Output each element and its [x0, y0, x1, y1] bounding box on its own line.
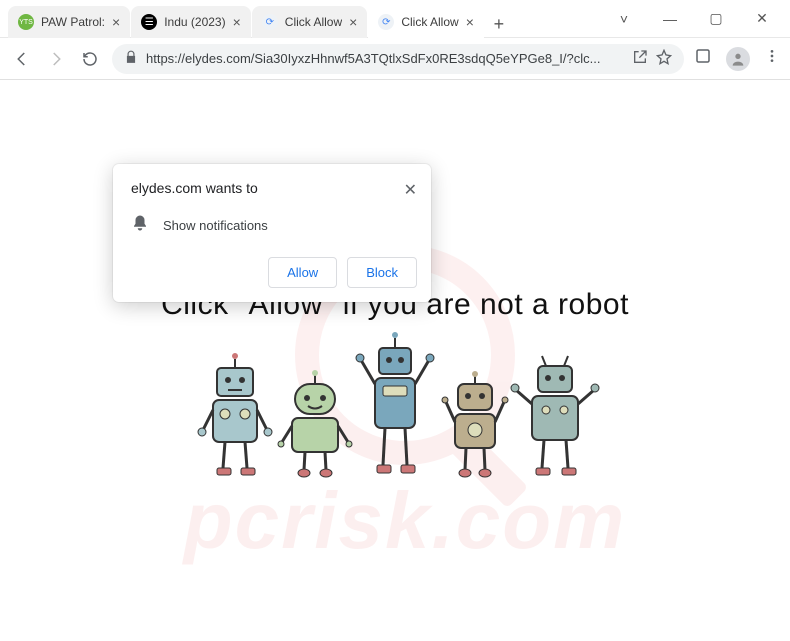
new-tab-button[interactable]: +	[485, 10, 513, 38]
back-button[interactable]	[10, 47, 34, 71]
window-maximize-button[interactable]: ▢	[696, 4, 736, 34]
notification-permission-dialog: elydes.com wants to ✕ Show notifications…	[113, 164, 431, 302]
robot-1	[201, 350, 269, 480]
tab-close-icon[interactable]: ×	[112, 14, 120, 30]
tab-strip: YTS PAW Patrol: × ☰ Indu (2023) × ⟳ Clic…	[0, 0, 513, 38]
tab-title: Indu (2023)	[164, 15, 225, 29]
arrow-right-icon	[47, 50, 65, 68]
permission-text: Show notifications	[163, 218, 268, 233]
tab-favicon: ⟳	[378, 14, 394, 30]
tab-favicon: ☰	[141, 14, 157, 30]
tab-0[interactable]: YTS PAW Patrol: ×	[8, 6, 130, 38]
arrow-left-icon	[13, 50, 31, 68]
tab-close-icon[interactable]: ×	[466, 14, 474, 30]
extensions-icon[interactable]	[694, 47, 712, 70]
window-close-button[interactable]: ✕	[742, 4, 782, 34]
dialog-close-button[interactable]: ✕	[404, 180, 417, 200]
robots-illustration	[201, 330, 589, 480]
tab-title: Click Allow	[285, 15, 342, 29]
robot-5	[521, 350, 589, 480]
tab-close-icon[interactable]: ×	[233, 14, 241, 30]
allow-button[interactable]: Allow	[268, 257, 337, 288]
forward-button[interactable]	[44, 47, 68, 71]
tab-2[interactable]: ⟳ Click Allow ×	[252, 6, 368, 38]
permission-title: elydes.com wants to	[131, 180, 258, 196]
profile-avatar[interactable]	[726, 47, 750, 71]
page-content: pcrisk.com elydes.com wants to ✕ Show no…	[0, 80, 790, 641]
url-text: https://elydes.com/Sia30IyxzHhnwf5A3TQtl…	[146, 51, 624, 66]
lock-icon	[124, 50, 138, 67]
tab-1[interactable]: ☰ Indu (2023) ×	[131, 6, 251, 38]
share-icon[interactable]	[632, 49, 648, 68]
reload-icon	[81, 50, 99, 68]
address-bar[interactable]: https://elydes.com/Sia30IyxzHhnwf5A3TQtl…	[112, 44, 684, 74]
robot-4	[441, 372, 509, 480]
reload-button[interactable]	[78, 47, 102, 71]
bell-icon	[131, 214, 149, 237]
menu-icon[interactable]	[764, 48, 780, 69]
tab-favicon: ⟳	[262, 14, 278, 30]
robot-2	[281, 370, 349, 480]
tab-3-active[interactable]: ⟳ Click Allow ×	[368, 6, 484, 38]
tab-close-icon[interactable]: ×	[349, 14, 357, 30]
star-icon[interactable]	[656, 49, 672, 68]
window-minimize-button[interactable]: —	[650, 4, 690, 34]
block-button[interactable]: Block	[347, 257, 417, 288]
browser-toolbar: https://elydes.com/Sia30IyxzHhnwf5A3TQtl…	[0, 38, 790, 80]
tab-title: PAW Patrol:	[41, 15, 105, 29]
tab-title: Click Allow	[401, 15, 458, 29]
robot-3	[361, 330, 429, 480]
window-dropdown-icon[interactable]: ˅	[604, 4, 644, 34]
tab-favicon: YTS	[18, 14, 34, 30]
